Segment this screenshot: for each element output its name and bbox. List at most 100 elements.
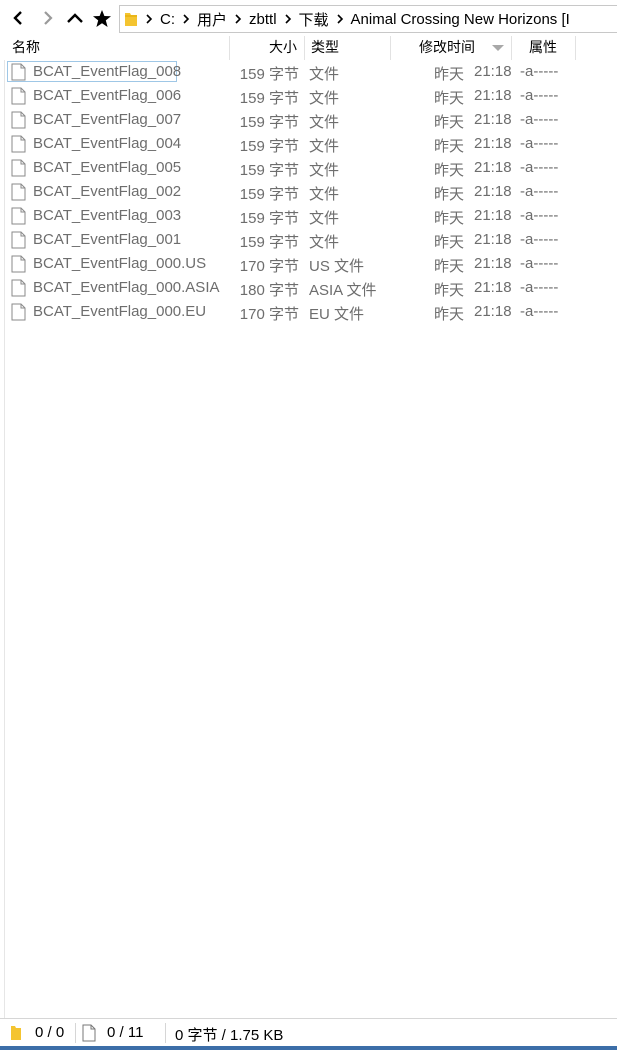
- file-modified-time: 21:18: [474, 255, 512, 272]
- column-header-modified[interactable]: 修改时间: [419, 36, 475, 60]
- file-type: 文件: [309, 162, 340, 179]
- file-icon: [11, 63, 26, 81]
- chevron-right-icon: [333, 14, 347, 24]
- file-name: BCAT_EventFlag_007: [33, 111, 182, 128]
- file-modified-time: 21:18: [474, 159, 512, 176]
- file-icon: [11, 279, 26, 297]
- file-row[interactable]: BCAT_EventFlag_003 159 字节 文件 昨天 21:18 -a-----: [0, 204, 600, 228]
- column-divider[interactable]: [511, 36, 512, 60]
- file-name: BCAT_EventFlag_000.EU: [33, 303, 207, 320]
- file-type: 文件: [309, 66, 340, 83]
- column-header-attributes[interactable]: 属性: [529, 36, 557, 60]
- file-icon: [11, 111, 26, 129]
- file-row[interactable]: BCAT_EventFlag_002 159 字节 文件 昨天 21:18 -a-----: [0, 180, 600, 204]
- file-row[interactable]: BCAT_EventFlag_008 159 字节 文件 昨天 21:18 -a-----: [0, 60, 600, 84]
- file-attributes: -a-----: [520, 183, 559, 200]
- file-modified-time: 21:18: [474, 207, 512, 224]
- toolbar: C: 用户 zbttl 下载 Animal Crossing New Horiz…: [0, 0, 617, 36]
- column-divider[interactable]: [575, 36, 576, 60]
- file-size: 159 字节: [239, 138, 299, 155]
- file-row[interactable]: BCAT_EventFlag_000.ASIA 180 字节 ASIA 文件 昨天 21…: [0, 276, 600, 300]
- file-size: 170 字节: [239, 258, 299, 275]
- breadcrumb-item-current-folder[interactable]: Animal Crossing New Horizons [I: [347, 11, 574, 28]
- column-header-name[interactable]: 名称: [12, 36, 40, 60]
- file-name: BCAT_EventFlag_000.ASIA: [33, 279, 220, 296]
- file-name: BCAT_EventFlag_002: [33, 183, 182, 200]
- breadcrumb-item-drive[interactable]: C:: [156, 11, 179, 28]
- column-headers: 名称 大小 类型 修改时间 属性: [0, 36, 617, 60]
- file-size: 159 字节: [239, 90, 299, 107]
- forward-button[interactable]: [35, 0, 61, 36]
- back-button[interactable]: [5, 0, 31, 36]
- file-icon: [11, 159, 26, 177]
- file-icon: [11, 135, 26, 153]
- file-size: 159 字节: [239, 210, 299, 227]
- file-size: 159 字节: [239, 186, 299, 203]
- file-modified-time: 21:18: [474, 231, 512, 248]
- file-row[interactable]: BCAT_EventFlag_006 159 字节 文件 昨天 21:18 -a-----: [0, 84, 600, 108]
- file-icon: [11, 183, 26, 201]
- column-header-type[interactable]: 类型: [311, 36, 339, 60]
- file-modified-date: 昨天: [434, 90, 465, 107]
- file-icon: [11, 303, 26, 321]
- chevron-right-icon: [281, 14, 295, 24]
- file-icon: [82, 1024, 96, 1042]
- status-divider: [75, 1023, 76, 1043]
- address-bar[interactable]: C: 用户 zbttl 下载 Animal Crossing New Horiz…: [119, 5, 617, 33]
- file-size: 170 字节: [239, 306, 299, 323]
- sort-descending-icon: [492, 45, 504, 51]
- status-size: 0 字节 / 1.75 KB: [175, 1027, 284, 1044]
- file-row[interactable]: BCAT_EventFlag_001 159 字节 文件 昨天 21:18 -a-----: [0, 228, 600, 252]
- folder-icon: [11, 1026, 21, 1040]
- file-row[interactable]: BCAT_EventFlag_007 159 字节 文件 昨天 21:18 -a-----: [0, 108, 600, 132]
- chevron-up-icon: [67, 13, 83, 23]
- folder-icon: [125, 13, 137, 26]
- file-icon: [11, 207, 26, 225]
- status-file-count: 0 / 11: [107, 1024, 144, 1041]
- file-attributes: -a-----: [520, 231, 559, 248]
- file-modified-time: 21:18: [474, 111, 512, 128]
- breadcrumb-item-users[interactable]: 用户: [193, 9, 231, 30]
- file-modified-date: 昨天: [434, 306, 465, 323]
- breadcrumb-item-downloads[interactable]: 下载: [295, 9, 333, 30]
- column-header-size[interactable]: 大小: [269, 36, 297, 60]
- file-modified-time: 21:18: [474, 183, 512, 200]
- file-attributes: -a-----: [520, 111, 559, 128]
- chevron-right-icon: [231, 14, 245, 24]
- file-type: EU 文件: [309, 306, 365, 323]
- file-attributes: -a-----: [520, 207, 559, 224]
- file-size: 159 字节: [239, 162, 299, 179]
- file-attributes: -a-----: [520, 255, 559, 272]
- column-divider[interactable]: [229, 36, 230, 60]
- file-row[interactable]: BCAT_EventFlag_004 159 字节 文件 昨天 21:18 -a-----: [0, 132, 600, 156]
- chevron-right-icon: [142, 14, 156, 24]
- file-type: US 文件: [309, 258, 365, 275]
- file-type: 文件: [309, 138, 340, 155]
- file-attributes: -a-----: [520, 135, 559, 152]
- file-modified-date: 昨天: [434, 210, 465, 227]
- up-button[interactable]: [62, 0, 88, 36]
- favorite-button[interactable]: [89, 0, 115, 36]
- file-row[interactable]: BCAT_EventFlag_000.US 170 字节 US 文件 昨天 21:18-…: [0, 252, 600, 276]
- file-type: 文件: [309, 186, 340, 203]
- file-type: 文件: [309, 210, 340, 227]
- file-icon: [11, 231, 26, 249]
- status-divider: [165, 1023, 166, 1043]
- breadcrumb-item-user[interactable]: zbttl: [245, 11, 281, 28]
- file-attributes: -a-----: [520, 303, 559, 320]
- file-name: BCAT_EventFlag_005: [33, 159, 182, 176]
- column-divider[interactable]: [390, 36, 391, 60]
- file-modified-date: 昨天: [434, 162, 465, 179]
- file-modified-date: 昨天: [434, 186, 465, 203]
- column-divider[interactable]: [304, 36, 305, 60]
- file-size: 159 字节: [239, 66, 299, 83]
- file-row[interactable]: BCAT_EventFlag_000.EU 170 字节 EU 文件 昨天 21:18-…: [0, 300, 600, 324]
- file-size: 159 字节: [239, 114, 299, 131]
- file-row[interactable]: BCAT_EventFlag_005 159 字节 文件 昨天 21:18 -a-----: [0, 156, 600, 180]
- status-bar: 0 / 0 0 / 11 0 字节 / 1.75 KB: [0, 1018, 617, 1047]
- file-attributes: -a-----: [520, 159, 559, 176]
- file-name: BCAT_EventFlag_000.US: [33, 255, 207, 272]
- file-type: 文件: [309, 90, 340, 107]
- file-type: ASIA 文件: [309, 282, 377, 299]
- file-size: 180 字节: [239, 282, 299, 299]
